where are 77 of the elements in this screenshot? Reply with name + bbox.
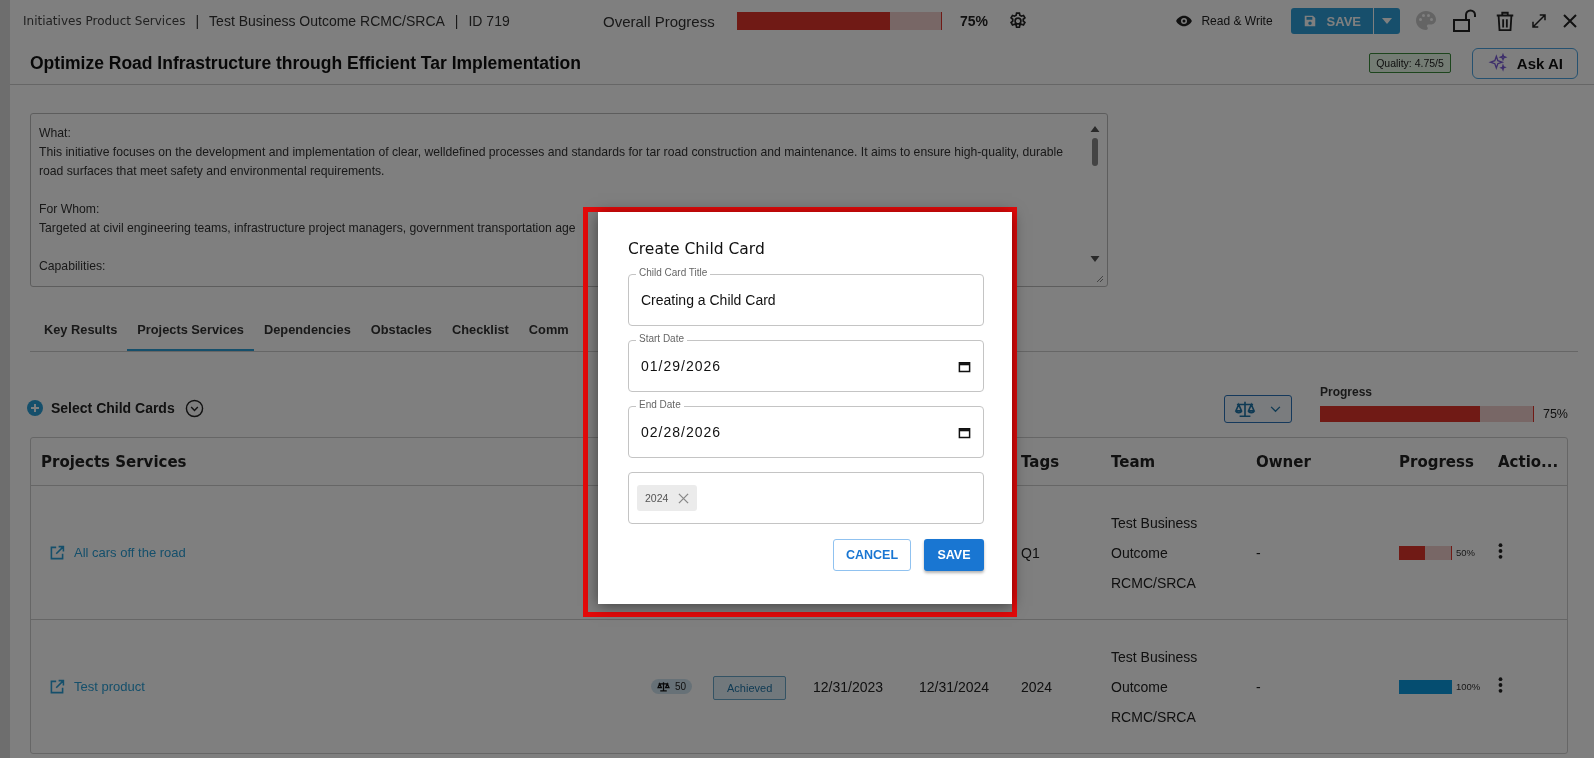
chip-label: 2024 — [645, 492, 669, 504]
breadcrumb-separator: | — [195, 13, 200, 29]
column-header: Tags — [1021, 452, 1061, 471]
cancel-button[interactable]: CANCEL — [833, 539, 911, 571]
balance-scale-icon — [1234, 400, 1257, 418]
save-button[interactable]: SAVE — [924, 539, 984, 571]
column-header: Progress — [1399, 452, 1475, 471]
description-heading: Capabilities: — [39, 258, 106, 275]
tab[interactable]: Key Results — [34, 311, 128, 351]
status-badge: Achieved — [713, 675, 787, 700]
description-text: Targeted at civil engineering teams, infrastructure project managers, government transportation age — [39, 220, 576, 237]
table-cell: 12/31/2024 — [919, 678, 990, 695]
chevron-down-icon — [1270, 405, 1282, 413]
trash-icon[interactable] — [1494, 9, 1516, 33]
field-label: Child Card Title — [636, 267, 711, 279]
access-mode-label: Read & Write — [1201, 14, 1273, 28]
table-cell: - — [1256, 544, 1261, 561]
close-icon[interactable] — [1562, 13, 1578, 29]
description-heading: For Whom: — [39, 201, 100, 218]
remove-icon[interactable] — [678, 492, 690, 504]
field-label: Start Date — [636, 333, 688, 345]
select-child-cards-label[interactable]: Select Child Cards — [51, 400, 175, 416]
settings-icon[interactable] — [1008, 11, 1029, 31]
ask-ai-button[interactable]: Ask AI — [1471, 47, 1578, 79]
page-title: Optimize Road Infrastructure through Efficient Tar Implementation — [30, 52, 581, 74]
column-header: Owner — [1256, 452, 1312, 471]
child-card-link[interactable]: All cars off the road — [74, 545, 186, 560]
table-cell: - — [1256, 678, 1261, 695]
dialog-title: Create Child Card — [628, 240, 766, 258]
progress-reading: 75% — [1542, 407, 1568, 421]
overall-progress-label: Overall Progress — [603, 12, 716, 30]
table-cell: 2024 — [1021, 678, 1053, 695]
description-heading: What: — [39, 125, 71, 142]
tab[interactable]: Projects Services — [127, 311, 254, 351]
team-name-line: Test Business — [1111, 514, 1199, 531]
team-name-line: Outcome — [1111, 544, 1169, 561]
breadcrumb: Test Business Outcome RCMC/SRCA — [209, 13, 445, 29]
progress-label: Progress — [1319, 385, 1373, 399]
description-text: This initiative focuses on the development and implementation of clear, welldefined processes and standards for tar road construction and maintenance. It aims to ensure high-quality, durable road surfaces that meet safety and environmental requirements. — [39, 144, 1065, 180]
calendar-icon[interactable] — [958, 359, 971, 373]
child-card-link[interactable]: Test product — [74, 679, 145, 694]
team-name-line: Test Business — [1111, 648, 1199, 665]
tags-field[interactable]: 2024 — [628, 472, 984, 524]
progress-reading: 50% — [1456, 547, 1475, 558]
team-name-line: RCMC/SRCA — [1111, 708, 1197, 725]
weight-filter-dropdown[interactable] — [1223, 395, 1292, 423]
table-cell: 12/31/2023 — [813, 678, 884, 695]
calendar-icon[interactable] — [958, 425, 971, 439]
caret-icon — [1382, 18, 1392, 24]
breadcrumb-separator: | — [454, 13, 459, 29]
field-value: 01/29/2026 — [641, 358, 723, 374]
quality-badge: Quality: 4.75/5 — [1369, 53, 1451, 73]
weight-badge: 50 — [651, 678, 693, 694]
field-value: Creating a Child Card — [641, 292, 777, 308]
progress-reading: 100% — [1456, 681, 1481, 692]
more-options-icon[interactable] — [1498, 541, 1503, 560]
progress-reading: 75% — [960, 13, 989, 29]
column-header: Projects Services — [41, 452, 188, 471]
resize-grip-icon — [1094, 273, 1104, 283]
column-header: Actio... — [1498, 452, 1560, 471]
tab[interactable]: Comm — [518, 311, 579, 351]
breadcrumb: ID 719 — [468, 13, 510, 29]
team-name-line: Outcome — [1111, 678, 1169, 695]
team-name-line: RCMC/SRCA — [1111, 574, 1197, 591]
balance-scale-icon — [657, 680, 670, 692]
tab[interactable]: Checklist — [441, 311, 519, 351]
expand-icon[interactable] — [1530, 12, 1548, 30]
column-header: Team — [1111, 452, 1157, 471]
breadcrumb: Initiatives Product Services — [23, 14, 186, 28]
field-label: End Date — [636, 399, 684, 411]
more-options-icon[interactable] — [1498, 675, 1503, 694]
table-cell: Q1 — [1021, 544, 1040, 561]
tab[interactable]: Dependencies — [254, 311, 361, 351]
field-value: 02/28/2026 — [641, 424, 723, 440]
tab[interactable]: Obstacles — [360, 311, 442, 351]
sparkles-icon — [1487, 53, 1508, 73]
chevron-down-circle-icon[interactable] — [184, 398, 204, 418]
